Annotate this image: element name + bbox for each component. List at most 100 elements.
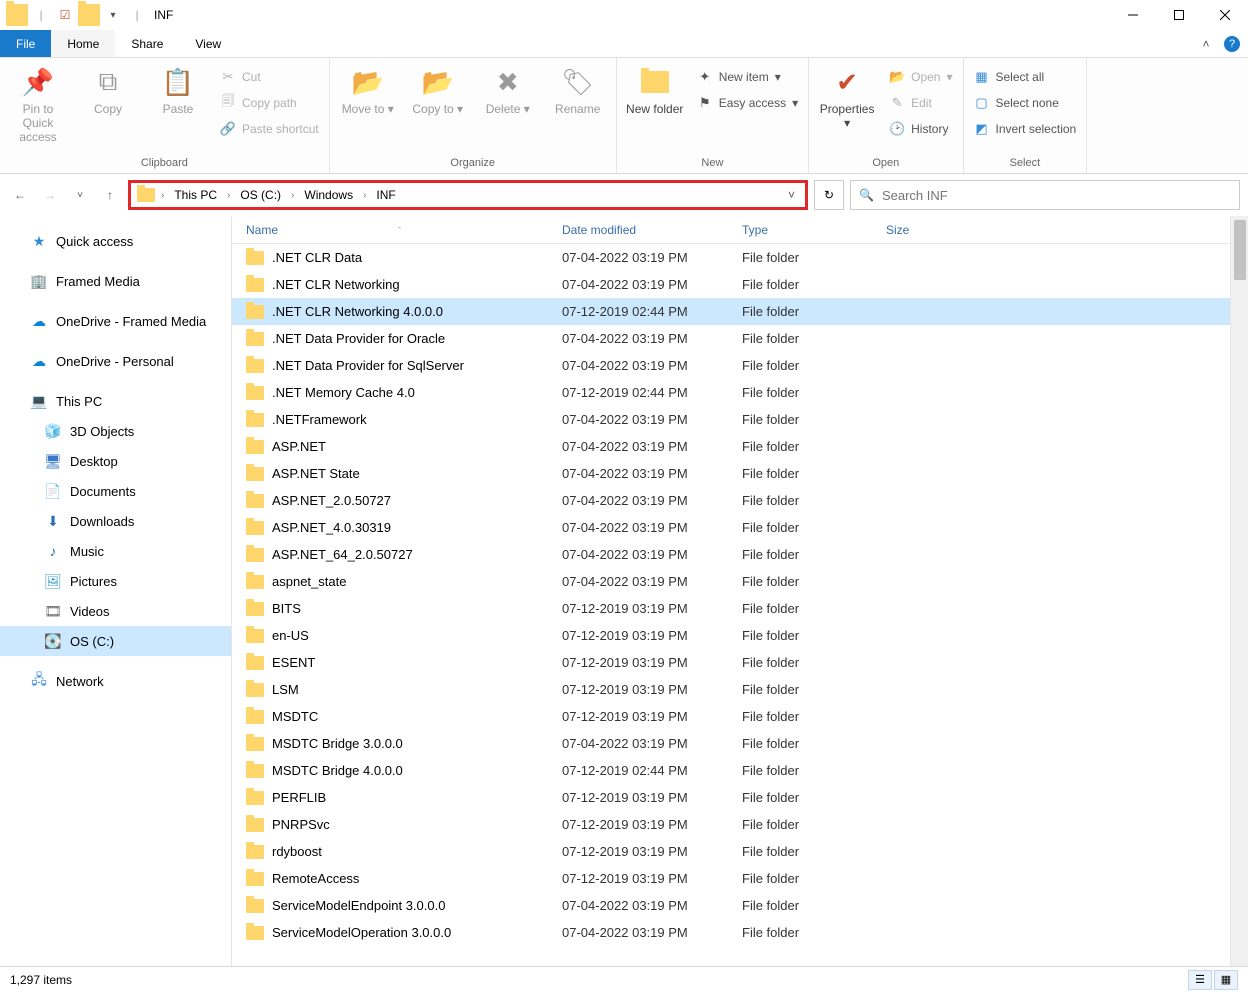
help-icon[interactable]: ? bbox=[1224, 36, 1240, 52]
copy-to-button[interactable]: 📂Copy to ▾ bbox=[406, 62, 470, 116]
rename-button[interactable]: 🏷Rename bbox=[546, 62, 610, 116]
chevron-right-icon[interactable]: › bbox=[225, 190, 232, 201]
file-row[interactable]: RemoteAccess07-12-2019 03:19 PMFile fold… bbox=[232, 865, 1230, 892]
qat-properties-icon[interactable]: ☑ bbox=[54, 4, 76, 26]
file-row[interactable]: .NET Memory Cache 4.007-12-2019 02:44 PM… bbox=[232, 379, 1230, 406]
qat-dropdown-icon[interactable]: ▾ bbox=[102, 4, 124, 26]
nav-videos[interactable]: 🎞Videos bbox=[0, 596, 231, 626]
file-list[interactable]: .NET CLR Data07-04-2022 03:19 PMFile fol… bbox=[232, 244, 1230, 966]
history-button[interactable]: 🕑History bbox=[885, 118, 956, 140]
chevron-right-icon[interactable]: › bbox=[361, 190, 368, 201]
file-row[interactable]: MSDTC07-12-2019 03:19 PMFile folder bbox=[232, 703, 1230, 730]
nav-music[interactable]: ♪Music bbox=[0, 536, 231, 566]
easy-access-button[interactable]: ⚑Easy access ▾ bbox=[693, 92, 802, 114]
paste-shortcut-button[interactable]: 🔗Paste shortcut bbox=[216, 118, 323, 140]
col-date[interactable]: Date modified bbox=[562, 223, 742, 237]
file-row[interactable]: LSM07-12-2019 03:19 PMFile folder bbox=[232, 676, 1230, 703]
file-row[interactable]: en-US07-12-2019 03:19 PMFile folder bbox=[232, 622, 1230, 649]
maximize-button[interactable] bbox=[1156, 0, 1202, 30]
edit-button[interactable]: ✎Edit bbox=[885, 92, 956, 114]
vertical-scrollbar[interactable] bbox=[1230, 216, 1248, 966]
file-row[interactable]: ASP.NET07-04-2022 03:19 PMFile folder bbox=[232, 433, 1230, 460]
file-row[interactable]: .NET CLR Networking07-04-2022 03:19 PMFi… bbox=[232, 271, 1230, 298]
tab-home[interactable]: Home bbox=[51, 30, 115, 57]
col-size[interactable]: Size bbox=[886, 223, 1230, 237]
nav-desktop[interactable]: 🖥Desktop bbox=[0, 446, 231, 476]
refresh-button[interactable]: ↻ bbox=[814, 180, 844, 210]
back-button[interactable]: ← bbox=[8, 183, 32, 207]
file-row[interactable]: ASP.NET_64_2.0.5072707-04-2022 03:19 PMF… bbox=[232, 541, 1230, 568]
nav-quick-access[interactable]: ★Quick access bbox=[0, 226, 231, 256]
col-name[interactable]: Nameˆ bbox=[246, 223, 562, 237]
nav-this-pc[interactable]: 💻This PC bbox=[0, 386, 231, 416]
nav-network[interactable]: 🖧Network bbox=[0, 666, 231, 696]
tab-share[interactable]: Share bbox=[115, 30, 179, 57]
file-row[interactable]: MSDTC Bridge 3.0.0.007-04-2022 03:19 PMF… bbox=[232, 730, 1230, 757]
file-row[interactable]: ServiceModelOperation 3.0.0.007-04-2022 … bbox=[232, 919, 1230, 946]
tab-view[interactable]: View bbox=[179, 30, 237, 57]
nav-downloads[interactable]: ⬇Downloads bbox=[0, 506, 231, 536]
nav-onedrive-framed[interactable]: ☁OneDrive - Framed Media bbox=[0, 306, 231, 336]
file-row[interactable]: ServiceModelEndpoint 3.0.0.007-04-2022 0… bbox=[232, 892, 1230, 919]
new-folder-button[interactable]: New folder bbox=[623, 62, 687, 116]
file-row[interactable]: BITS07-12-2019 03:19 PMFile folder bbox=[232, 595, 1230, 622]
pin-to-quick-access-button[interactable]: 📌 Pin to Quick access bbox=[6, 62, 70, 144]
search-input[interactable] bbox=[882, 188, 1231, 203]
file-row[interactable]: .NETFramework07-04-2022 03:19 PMFile fol… bbox=[232, 406, 1230, 433]
cut-button[interactable]: ✂Cut bbox=[216, 66, 323, 88]
file-row[interactable]: .NET CLR Networking 4.0.0.007-12-2019 02… bbox=[232, 298, 1230, 325]
nav-osc[interactable]: 💽OS (C:) bbox=[0, 626, 231, 656]
recent-locations-button[interactable]: ˅ bbox=[68, 183, 92, 207]
address-bar[interactable]: › This PC › OS (C:) › Windows › INF ˅ bbox=[128, 180, 808, 210]
paste-button[interactable]: 📋 Paste bbox=[146, 62, 210, 116]
tab-file[interactable]: File bbox=[0, 30, 51, 57]
navigation-pane[interactable]: ★Quick access 🏢Framed Media ☁OneDrive - … bbox=[0, 216, 232, 966]
select-all-button[interactable]: ▦Select all bbox=[970, 66, 1081, 88]
nav-onedrive-personal[interactable]: ☁OneDrive - Personal bbox=[0, 346, 231, 376]
file-row[interactable]: ASP.NET State07-04-2022 03:19 PMFile fol… bbox=[232, 460, 1230, 487]
forward-button[interactable]: → bbox=[38, 183, 62, 207]
copy-to-icon: 📂 bbox=[422, 66, 454, 98]
file-row[interactable]: MSDTC Bridge 4.0.0.007-12-2019 02:44 PMF… bbox=[232, 757, 1230, 784]
file-name: PERFLIB bbox=[272, 790, 326, 805]
nav-pictures[interactable]: 🖼Pictures bbox=[0, 566, 231, 596]
copy-path-button[interactable]: 🗐Copy path bbox=[216, 92, 323, 114]
close-button[interactable] bbox=[1202, 0, 1248, 30]
thumbnails-view-button[interactable]: ▦ bbox=[1214, 970, 1238, 990]
file-row[interactable]: .NET CLR Data07-04-2022 03:19 PMFile fol… bbox=[232, 244, 1230, 271]
col-type[interactable]: Type bbox=[742, 223, 886, 237]
file-row[interactable]: PNRPSvc07-12-2019 03:19 PMFile folder bbox=[232, 811, 1230, 838]
details-view-button[interactable]: ☰ bbox=[1188, 970, 1212, 990]
file-row[interactable]: rdyboost07-12-2019 03:19 PMFile folder bbox=[232, 838, 1230, 865]
file-row[interactable]: ASP.NET_4.0.3031907-04-2022 03:19 PMFile… bbox=[232, 514, 1230, 541]
copy-button[interactable]: ⧉ Copy bbox=[76, 62, 140, 116]
file-row[interactable]: ESENT07-12-2019 03:19 PMFile folder bbox=[232, 649, 1230, 676]
select-none-button[interactable]: ▢Select none bbox=[970, 92, 1081, 114]
nav-documents[interactable]: 📄Documents bbox=[0, 476, 231, 506]
file-row[interactable]: .NET Data Provider for Oracle07-04-2022 … bbox=[232, 325, 1230, 352]
file-row[interactable]: aspnet_state07-04-2022 03:19 PMFile fold… bbox=[232, 568, 1230, 595]
file-row[interactable]: .NET Data Provider for SqlServer07-04-20… bbox=[232, 352, 1230, 379]
minimize-button[interactable] bbox=[1110, 0, 1156, 30]
delete-button[interactable]: ✖Delete ▾ bbox=[476, 62, 540, 116]
properties-button[interactable]: ✔Properties ▾ bbox=[815, 62, 879, 130]
search-box[interactable]: 🔍 bbox=[850, 180, 1240, 210]
chevron-right-icon[interactable]: › bbox=[289, 190, 296, 201]
breadcrumb-this-pc[interactable]: This PC bbox=[170, 186, 221, 204]
open-button[interactable]: 📂Open ▾ bbox=[885, 66, 956, 88]
file-row[interactable]: ASP.NET_2.0.5072707-04-2022 03:19 PMFile… bbox=[232, 487, 1230, 514]
new-item-button[interactable]: ✦New item ▾ bbox=[693, 66, 802, 88]
scrollbar-thumb[interactable] bbox=[1234, 220, 1246, 280]
ribbon-collapse-icon[interactable]: ˄ bbox=[1192, 30, 1220, 57]
move-to-button[interactable]: 📂Move to ▾ bbox=[336, 62, 400, 116]
file-row[interactable]: PERFLIB07-12-2019 03:19 PMFile folder bbox=[232, 784, 1230, 811]
address-dropdown-icon[interactable]: ˅ bbox=[784, 188, 799, 202]
breadcrumb-osc[interactable]: OS (C:) bbox=[236, 186, 285, 204]
up-button[interactable]: ↑ bbox=[98, 183, 122, 207]
nav-framed-media[interactable]: 🏢Framed Media bbox=[0, 266, 231, 296]
breadcrumb-windows[interactable]: Windows bbox=[300, 186, 357, 204]
chevron-right-icon[interactable]: › bbox=[159, 190, 166, 201]
nav-3d-objects[interactable]: 🧊3D Objects bbox=[0, 416, 231, 446]
invert-selection-button[interactable]: ◩Invert selection bbox=[970, 118, 1081, 140]
breadcrumb-inf[interactable]: INF bbox=[372, 186, 399, 204]
